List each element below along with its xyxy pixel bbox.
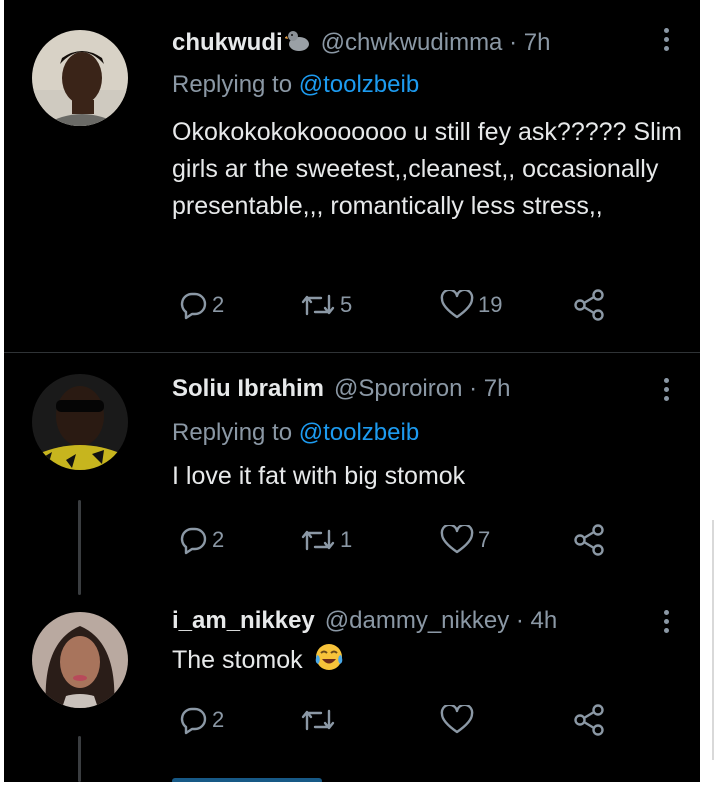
author-handle[interactable]: @Sporoiron (334, 375, 462, 402)
replying-to: Replying to @toolzbeib (172, 418, 419, 448)
heart-icon (440, 705, 474, 734)
tweet-time: · 4h (515, 607, 558, 634)
avatar[interactable] (32, 30, 128, 126)
reply-count: 2 (212, 707, 225, 732)
tweet-time: · 7h (469, 375, 511, 402)
replying-to-mention[interactable]: @toolzbeib (299, 71, 419, 98)
like-count: 19 (478, 292, 503, 317)
tweet-chukwudi[interactable]: chukwudi @chwkwudimma · 7h Replying to @t… (4, 0, 700, 350)
heart-icon (440, 525, 474, 554)
author-name[interactable]: chukwudi (172, 29, 283, 56)
tweet-actions: 2 5 19 (172, 287, 642, 323)
tweet-header: Soliu Ibrahim @Sporoiron · 7h (172, 374, 510, 404)
share-button[interactable] (572, 287, 606, 323)
retweet-icon (301, 529, 335, 551)
retweet-icon (301, 709, 335, 731)
author-handle[interactable]: @dammy_nikkey (325, 607, 509, 634)
tweet-header: i_am_nikkey @dammy_nikkey · 4h (172, 606, 557, 636)
share-button[interactable] (572, 702, 606, 738)
like-count: 7 (478, 527, 491, 552)
like-button[interactable]: 19 (440, 287, 502, 323)
heart-icon (440, 290, 474, 319)
duck-emoji-icon (283, 29, 311, 61)
author-name[interactable]: i_am_nikkey (172, 607, 315, 634)
tweet-actions: 2 1 7 (172, 522, 642, 558)
share-icon (574, 524, 604, 556)
replying-to-label: Replying to (172, 71, 299, 98)
tweet-text: Okokokokokooooooo u still fey ask????? S… (172, 118, 683, 220)
tweet-actions: 2 (172, 702, 642, 738)
avatar[interactable] (32, 612, 128, 708)
reply-button[interactable]: 2 (178, 287, 224, 323)
thread-line (78, 500, 81, 595)
tears-of-joy-emoji-icon (314, 642, 344, 683)
tweet-text: The stomok (172, 642, 687, 683)
more-icon[interactable] (664, 610, 670, 634)
retweet-icon (301, 294, 335, 316)
tweet-text: I love it fat with big stomok (172, 462, 466, 490)
tweet-header: chukwudi @chwkwudimma · 7h (172, 28, 550, 61)
reply-icon (180, 292, 207, 320)
retweet-button[interactable]: 5 (300, 287, 352, 323)
author-handle[interactable]: @chwkwudimma (321, 29, 503, 56)
cut-off-link (172, 770, 352, 782)
reply-button[interactable]: 2 (178, 522, 224, 558)
author-name[interactable]: Soliu Ibrahim (172, 375, 324, 402)
retweet-count: 1 (340, 527, 353, 552)
more-icon[interactable] (664, 378, 670, 402)
reply-icon (180, 707, 207, 735)
replying-to-mention[interactable]: @toolzbeib (299, 419, 419, 446)
reply-thread: chukwudi @chwkwudimma · 7h Replying to @t… (4, 0, 700, 782)
tweet-text-content: The stomok (172, 646, 303, 674)
thread-line (78, 736, 81, 782)
reply-icon (180, 527, 207, 555)
share-icon (574, 289, 604, 321)
tweet-i-am-nikkey[interactable]: i_am_nikkey @dammy_nikkey · 4h The stomok… (4, 598, 700, 782)
replying-to-label: Replying to (172, 419, 299, 446)
like-button[interactable] (440, 702, 474, 738)
tweet-soliu-ibrahim[interactable]: Soliu Ibrahim @Sporoiron · 7h Replying to… (4, 352, 700, 582)
retweet-button[interactable]: 1 (300, 522, 352, 558)
more-icon[interactable] (664, 28, 670, 52)
edge-divider (712, 520, 714, 760)
avatar[interactable] (32, 374, 128, 470)
retweet-count: 5 (340, 292, 353, 317)
retweet-button[interactable] (300, 702, 336, 738)
tweet-time: · 7h (509, 29, 551, 56)
replying-to: Replying to @toolzbeib (172, 70, 419, 100)
share-button[interactable] (572, 522, 606, 558)
share-icon (574, 704, 604, 736)
reply-button[interactable]: 2 (178, 702, 224, 738)
reply-count: 2 (212, 527, 225, 552)
like-button[interactable]: 7 (440, 522, 490, 558)
reply-count: 2 (212, 292, 225, 317)
